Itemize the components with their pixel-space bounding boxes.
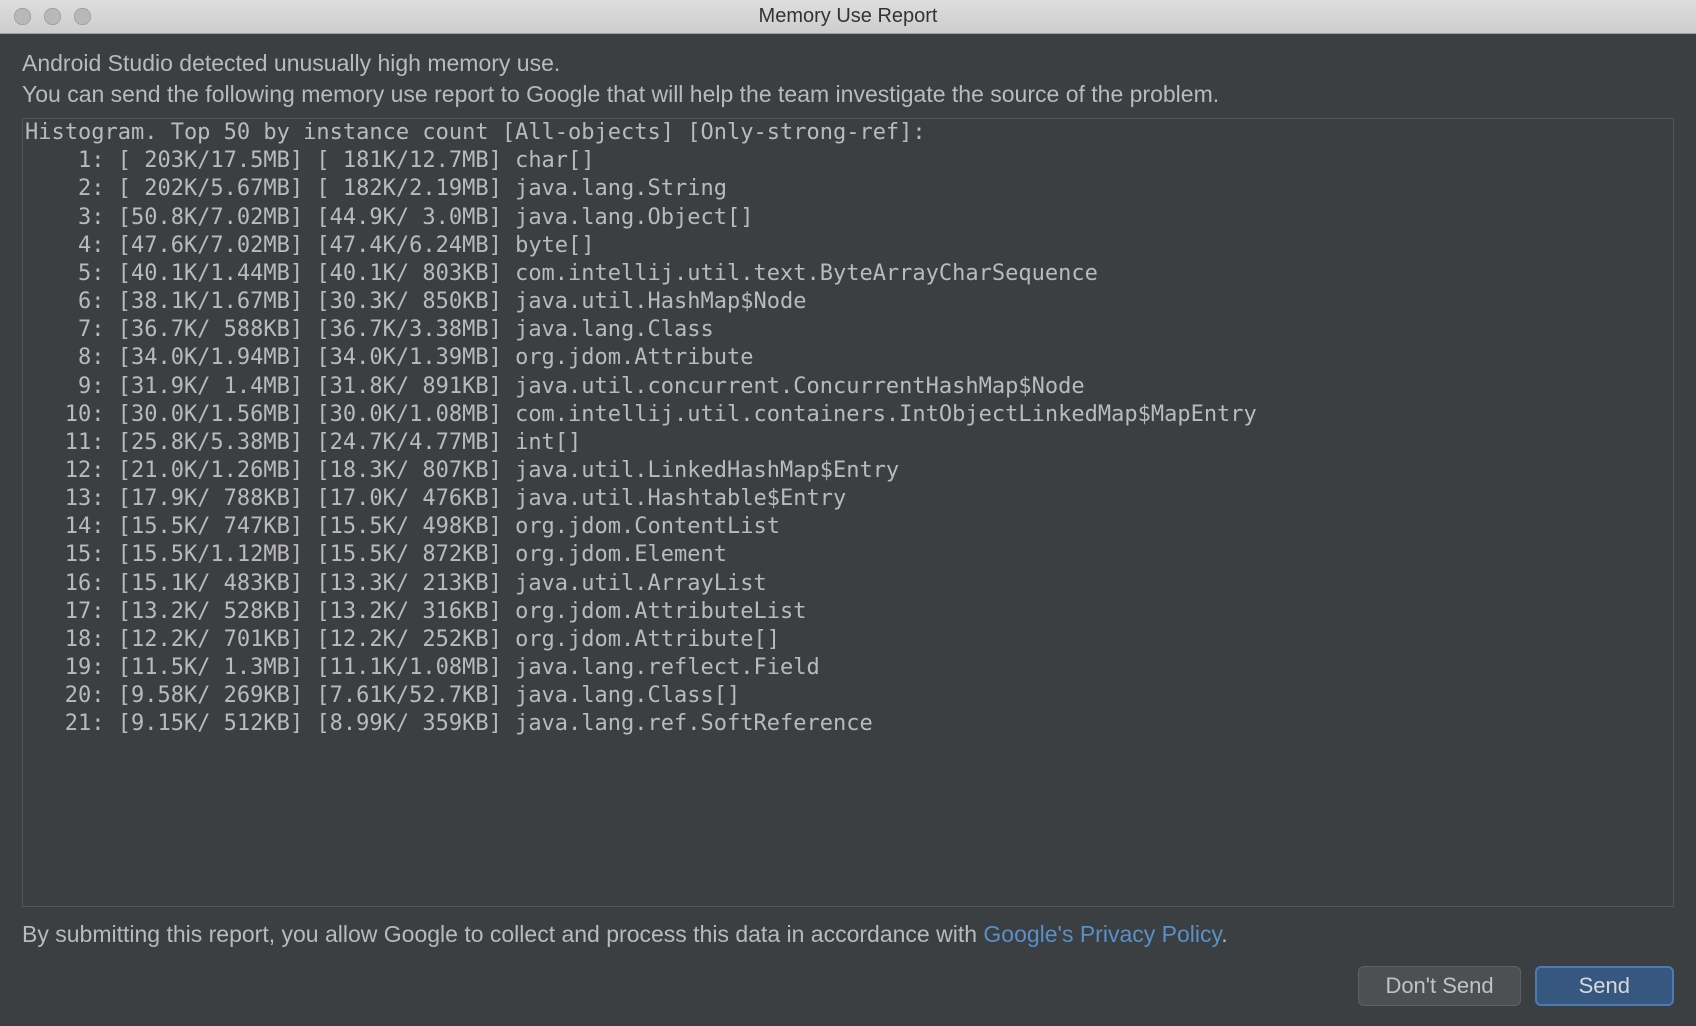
- maximize-window-icon[interactable]: [74, 8, 91, 25]
- window-title: Memory Use Report: [0, 5, 1696, 28]
- minimize-window-icon[interactable]: [44, 8, 61, 25]
- intro-line-1: Android Studio detected unusually high m…: [22, 50, 560, 76]
- close-window-icon[interactable]: [14, 8, 31, 25]
- intro-line-2: You can send the following memory use re…: [22, 81, 1219, 107]
- histogram-report-textarea[interactable]: Histogram. Top 50 by instance count [All…: [22, 118, 1674, 907]
- window-titlebar: Memory Use Report: [0, 0, 1696, 34]
- privacy-policy-link[interactable]: Google's Privacy Policy: [983, 921, 1221, 947]
- dont-send-button[interactable]: Don't Send: [1358, 966, 1520, 1006]
- traffic-lights: [0, 8, 91, 25]
- dialog-button-row: Don't Send Send: [22, 966, 1674, 1026]
- send-button[interactable]: Send: [1535, 966, 1674, 1006]
- consent-text: By submitting this report, you allow Goo…: [22, 907, 1674, 966]
- consent-prefix: By submitting this report, you allow Goo…: [22, 921, 983, 947]
- intro-text: Android Studio detected unusually high m…: [22, 48, 1674, 110]
- dialog-content: Android Studio detected unusually high m…: [0, 34, 1696, 1026]
- consent-suffix: .: [1221, 921, 1227, 947]
